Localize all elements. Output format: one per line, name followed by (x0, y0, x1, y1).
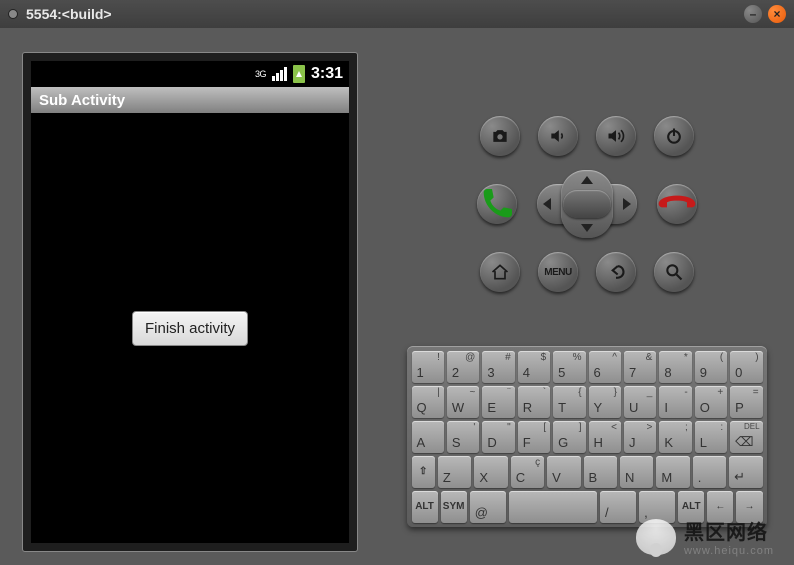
key-sym[interactable]: SYM (441, 491, 467, 523)
key-k[interactable]: K; (659, 421, 691, 453)
key-space[interactable] (509, 491, 597, 523)
key-q[interactable]: Q| (412, 386, 444, 418)
device-screen[interactable]: 3G 3:31 Sub Activity Finish activity (31, 61, 349, 543)
camera-icon (490, 126, 510, 146)
minimize-button[interactable]: – (744, 5, 762, 23)
watermark-text: 黑区网络 (684, 516, 774, 545)
key-e[interactable]: E¨ (482, 386, 514, 418)
key-j[interactable]: J> (624, 421, 656, 453)
activity-title-text: Sub Activity (39, 92, 125, 109)
activity-title-bar: Sub Activity (31, 87, 349, 113)
dpad (533, 170, 641, 238)
network-3g-icon: 3G (255, 69, 266, 79)
window-title: 5554:<build> (26, 6, 112, 22)
key-4[interactable]: 4$ (518, 351, 550, 383)
key-5[interactable]: 5% (553, 351, 585, 383)
battery-charging-icon (293, 65, 305, 83)
key-c[interactable]: Cç (511, 456, 544, 488)
home-button[interactable] (480, 252, 520, 292)
key-a[interactable]: A (412, 421, 444, 453)
watermark-url: www.heiqu.com (684, 545, 774, 557)
call-icon (477, 184, 517, 224)
key-delete[interactable]: ⌫DEL (730, 421, 762, 453)
key-l[interactable]: L: (695, 421, 727, 453)
signal-bars-icon (272, 67, 287, 81)
key-g[interactable]: G] (553, 421, 585, 453)
key-w[interactable]: W~ (447, 386, 479, 418)
key-.[interactable]: . (693, 456, 726, 488)
power-button[interactable] (654, 116, 694, 156)
end-call-icon (657, 184, 697, 224)
watermark: 黑区网络 www.heiqu.com (636, 516, 774, 557)
key-x[interactable]: X (474, 456, 507, 488)
dpad-up-button[interactable] (581, 176, 593, 184)
android-statusbar: 3G 3:31 (31, 61, 349, 87)
emulator-controls: MENU 1!2@3#4$5%6^7&8*9(0) Q|W~E¨R`T{Y}U_… (380, 28, 794, 565)
key-slash[interactable]: / (600, 491, 636, 523)
dpad-left-button[interactable] (543, 198, 551, 210)
key-0[interactable]: 0) (730, 351, 762, 383)
key-1[interactable]: 1! (412, 351, 444, 383)
dpad-down-button[interactable] (581, 224, 593, 232)
finish-activity-button[interactable]: Finish activity (132, 311, 248, 346)
key-2[interactable]: 2@ (447, 351, 479, 383)
key-i[interactable]: I- (659, 386, 691, 418)
key-8[interactable]: 8* (659, 351, 691, 383)
key-m[interactable]: M (656, 456, 689, 488)
key-shift[interactable]: ⇧ (412, 456, 435, 488)
hardware-keyboard: 1!2@3#4$5%6^7&8*9(0) Q|W~E¨R`T{Y}U_I-O+P… (407, 346, 767, 527)
menu-button[interactable]: MENU (538, 252, 578, 292)
volume-down-icon (548, 126, 568, 146)
key-6[interactable]: 6^ (589, 351, 621, 383)
window-titlebar: 5554:<build> – × (0, 0, 794, 28)
key-u[interactable]: U_ (624, 386, 656, 418)
volume-up-icon (606, 126, 626, 146)
key-n[interactable]: N (620, 456, 653, 488)
window-app-icon (8, 9, 18, 19)
key-z[interactable]: Z (438, 456, 471, 488)
key-s[interactable]: S' (447, 421, 479, 453)
end-call-button[interactable] (657, 184, 697, 224)
home-icon (490, 262, 510, 282)
key-3[interactable]: 3# (482, 351, 514, 383)
status-clock: 3:31 (311, 65, 343, 83)
device-bezel: 3G 3:31 Sub Activity Finish activity (22, 52, 358, 552)
key-alt-left[interactable]: ALT (412, 491, 438, 523)
emulator-device-frame: 3G 3:31 Sub Activity Finish activity (0, 28, 380, 565)
watermark-logo-icon (636, 519, 676, 555)
volume-up-button[interactable] (596, 116, 636, 156)
key-7[interactable]: 7& (624, 351, 656, 383)
key-v[interactable]: V (547, 456, 580, 488)
key-at[interactable]: @ (470, 491, 506, 523)
key-r[interactable]: R` (518, 386, 550, 418)
power-icon (664, 126, 684, 146)
back-button[interactable] (596, 252, 636, 292)
key-o[interactable]: O+ (695, 386, 727, 418)
key-f[interactable]: F[ (518, 421, 550, 453)
volume-down-button[interactable] (538, 116, 578, 156)
key-t[interactable]: T{ (553, 386, 585, 418)
key-y[interactable]: Y} (589, 386, 621, 418)
key-b[interactable]: B (584, 456, 617, 488)
search-icon (664, 262, 684, 282)
key-p[interactable]: P= (730, 386, 762, 418)
dpad-center-button[interactable] (563, 190, 611, 218)
activity-content: Finish activity (31, 113, 349, 543)
menu-label: MENU (544, 267, 571, 278)
dpad-right-button[interactable] (623, 198, 631, 210)
call-button[interactable] (477, 184, 517, 224)
close-button[interactable]: × (768, 5, 786, 23)
key-h[interactable]: H< (589, 421, 621, 453)
back-icon (606, 262, 626, 282)
search-button[interactable] (654, 252, 694, 292)
key-↵[interactable]: ↵ (729, 456, 762, 488)
key-d[interactable]: D" (482, 421, 514, 453)
key-9[interactable]: 9( (695, 351, 727, 383)
camera-button[interactable] (480, 116, 520, 156)
